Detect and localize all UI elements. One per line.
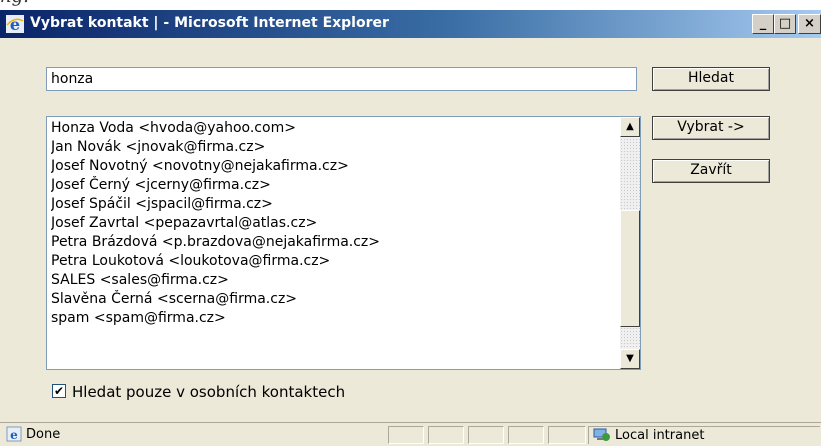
zone-panel: Local intranet	[588, 426, 820, 444]
status-panel	[388, 426, 424, 444]
close-window-button[interactable]: ×	[798, 14, 821, 34]
status-panel	[468, 426, 504, 444]
list-item[interactable]: Petra Brázdová <p.brazdova@nejakafirma.c…	[51, 233, 617, 252]
maximize-button[interactable]: □	[774, 14, 796, 34]
zone-text: Local intranet	[615, 428, 705, 443]
scroll-up-icon[interactable]: ▲	[620, 117, 640, 137]
scroll-thumb[interactable]	[620, 210, 640, 327]
personal-contacts-label[interactable]: Hledat pouze v osobních kontaktech	[72, 382, 345, 402]
title-bar[interactable]: e Vybrat kontakt | - Microsoft Internet …	[0, 10, 821, 38]
local-intranet-icon	[593, 428, 610, 441]
dialog-window: e Vybrat kontakt | - Microsoft Internet …	[0, 10, 821, 446]
personal-contacts-checkbox[interactable]: ✔	[52, 384, 66, 398]
list-item[interactable]: Josef Novotný <novotny@nejakafirma.cz>	[51, 157, 617, 176]
minimize-button[interactable]: _	[752, 14, 774, 34]
list-item[interactable]: Josef Černý <jcerny@firma.cz>	[51, 176, 617, 195]
list-item[interactable]: Josef Spáčil <jspacil@firma.cz>	[51, 195, 617, 214]
select-button[interactable]: Vybrat ->	[652, 116, 770, 140]
search-button[interactable]: Hledat	[652, 67, 770, 91]
list-item[interactable]: Petra Loukotová <loukotova@firma.cz>	[51, 252, 617, 271]
background-page-text: ng.	[0, 0, 821, 8]
status-bar: e Done Local intranet	[0, 422, 821, 446]
ie-page-icon: e	[6, 426, 22, 442]
scroll-down-icon[interactable]: ▼	[620, 349, 640, 369]
list-scrollbar[interactable]: ▲ ▼	[620, 117, 640, 369]
list-item[interactable]: Josef Zavrtal <pepazavrtal@atlas.cz>	[51, 214, 617, 233]
contact-items: Honza Voda <hvoda@yahoo.com> Jan Novák <j…	[51, 119, 617, 328]
close-button[interactable]: Zavřít	[652, 159, 770, 183]
list-item[interactable]: Jan Novák <jnovak@firma.cz>	[51, 138, 617, 157]
status-panel	[508, 426, 544, 444]
status-panel	[548, 426, 586, 444]
search-input[interactable]	[46, 67, 637, 91]
ie-icon: e	[6, 15, 24, 33]
svg-text:e: e	[10, 15, 20, 33]
contact-list[interactable]: Honza Voda <hvoda@yahoo.com> Jan Novák <j…	[46, 116, 641, 370]
list-item[interactable]: spam <spam@firma.cz>	[51, 309, 617, 328]
status-text: Done	[26, 427, 61, 442]
window-title: Vybrat kontakt | - Microsoft Internet Ex…	[30, 15, 389, 31]
svg-text:e: e	[10, 428, 18, 442]
list-item[interactable]: Slavěna Černá <scerna@firma.cz>	[51, 290, 617, 309]
status-panel	[428, 426, 464, 444]
list-item[interactable]: SALES <sales@firma.cz>	[51, 271, 617, 290]
list-item[interactable]: Honza Voda <hvoda@yahoo.com>	[51, 119, 617, 138]
